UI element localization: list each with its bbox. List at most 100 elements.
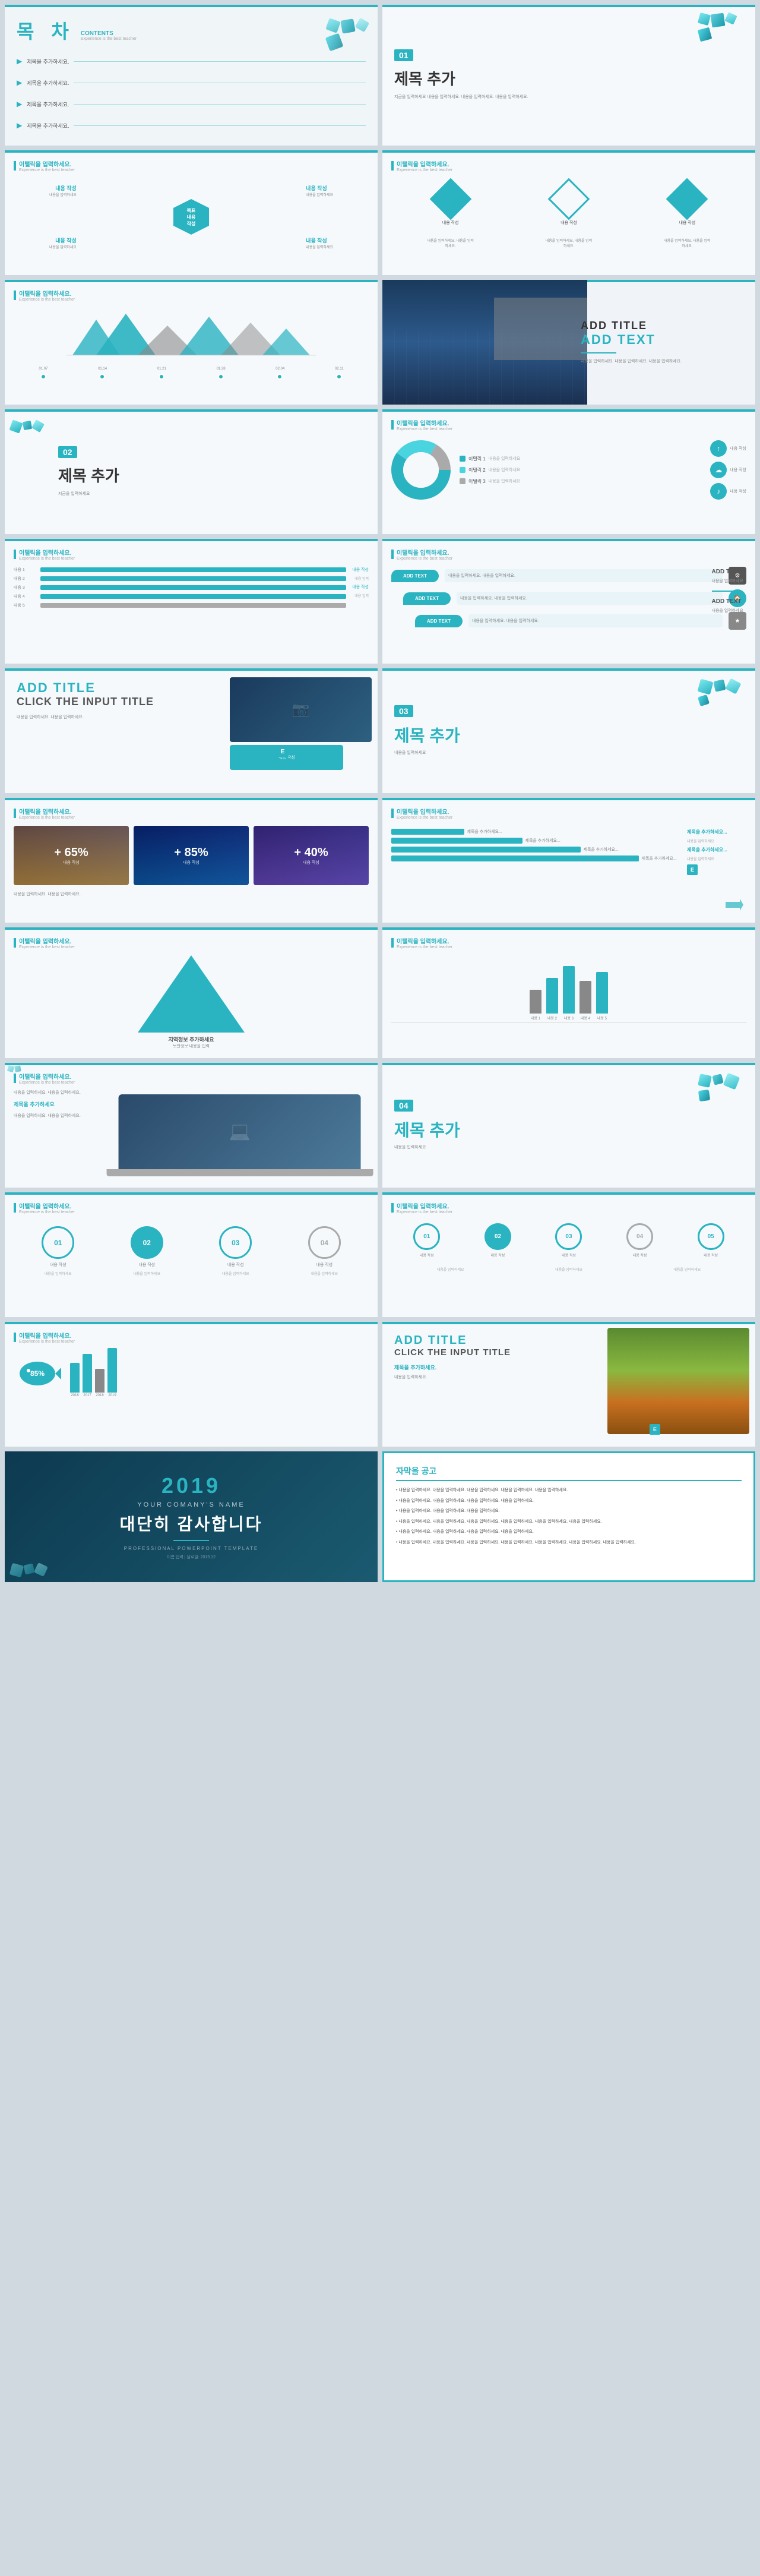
slide17-sub: Experience is the best teacher <box>19 1081 75 1085</box>
laptop-icon: 💻 <box>229 1121 251 1142</box>
legend-text-2: 이탤릭 2 <box>468 467 486 473</box>
triangle-area <box>14 955 369 1033</box>
diamond-3: 내용 작성 <box>672 184 702 226</box>
title04-cubes <box>699 1075 746 1101</box>
legend-dot-3 <box>460 478 466 484</box>
toc-item-3: ▶ 제목을 추가하세요. <box>17 98 366 110</box>
cube-e <box>9 419 23 433</box>
plabel-3: 내용 작성 <box>303 860 319 866</box>
toc-item-4: ▶ 제목을 추가하세요. <box>17 119 366 131</box>
c5-4: 04 내용 작성 <box>626 1223 653 1258</box>
mountain-svg <box>49 308 334 361</box>
c5lbl-1: 내용 작성 <box>420 1252 434 1258</box>
fbar-lbl-4: 2019 <box>108 1394 116 1397</box>
header-bar-4 <box>391 161 394 171</box>
stair-bars: 제목을 추가하세요... 제목을 추가하세요... 제목을 추가하세요... 제… <box>391 829 682 875</box>
cube-f <box>23 421 32 430</box>
vbar-fill-2 <box>546 978 558 1014</box>
slide-num-badge-02: 02 <box>58 446 77 458</box>
slide3-title: 이탤릭을 입력하세요. <box>19 159 75 168</box>
desc-1: 내용을 입력하세요. 내용을 입력하세요. <box>427 238 474 248</box>
slide-circles: 이탤릭을 입력하세요. Experience is the best teach… <box>5 1192 378 1317</box>
tdot-3 <box>159 374 164 380</box>
hex-item-2: 내용 작성 내용을 입력하세요 <box>306 184 333 197</box>
slide8-sub: Experience is the best teacher <box>397 427 452 431</box>
slide20-title: 이탤릭을 입력하세요. <box>397 1201 452 1210</box>
vbar-5: 내용 5 <box>596 972 608 1021</box>
slide-text-block: 자막을 공고 • 내용을 입력하세요. 내용을 입력하세요. 내용을 입력하세요… <box>382 1451 755 1582</box>
circle-4: 04 <box>308 1226 341 1259</box>
slide19-sub: Experience is the best teacher <box>19 1210 75 1214</box>
vbar-area: 내용 1 내용 2 내용 3 내용 4 내용 5 <box>391 961 746 1021</box>
sbar-2 <box>391 838 522 844</box>
cube-d <box>698 27 712 42</box>
header-bar-10 <box>391 550 394 559</box>
sbar-1 <box>391 829 464 835</box>
slide5-header: 이탤릭을 입력하세요. Experience is the best teach… <box>14 289 369 302</box>
slide-triangle: 이탤릭을 입력하세요. Experience is the best teach… <box>5 927 378 1058</box>
slide-add-title-click-2: ADD TITLE CLICK THE INPUT TITLE 제목을 추가하세… <box>382 1322 755 1447</box>
pie-svg <box>391 440 451 500</box>
tdot-1 <box>40 374 46 380</box>
cube-4 <box>325 33 344 52</box>
vbar-lbl-5: 내용 5 <box>597 1015 607 1021</box>
stair-info-title-2: 제목을 추가하세요... <box>687 847 746 853</box>
slide20-sub: Experience is the best teacher <box>397 1210 452 1214</box>
percent-boxes: + 65% 내용 작성 + 85% 내용 작성 + 40% 내용 작성 <box>14 826 369 885</box>
tri-title: 지역정보 추가하세요 <box>14 1036 369 1043</box>
label-4: 01.28 <box>217 367 226 371</box>
legend-val-1: 내용을 입력하세요 <box>489 456 520 462</box>
slide16-title: 이탤릭을 입력하세요. <box>397 936 452 945</box>
laptop-screen: 💻 <box>119 1094 361 1169</box>
text-block-title: 자막을 공고 <box>396 1465 742 1481</box>
slide17-title: 이탤릭을 입력하세요. <box>19 1072 75 1081</box>
legend-dot-1 <box>460 456 466 462</box>
legend-text-3: 이탤릭 3 <box>468 478 486 485</box>
vbar-fill-5 <box>596 972 608 1014</box>
timeline-dots <box>14 374 369 380</box>
body-11: 내용을 입력하세요. 내용을 입력하세요. <box>17 714 208 721</box>
slide-desc-01: 지금을 입력하세요 내용을 입력하세요. 내용을 입력하세요. 내용을 입력하세… <box>394 94 743 100</box>
cube-3 <box>355 18 370 33</box>
step-desc-1: 내용을 입력하세요. 내용을 입력하세요. <box>445 569 723 582</box>
toc-arrow-3: ▶ <box>17 100 22 108</box>
para-3: • 내용을 입력하세요. 내용을 입력하세요. 내용을 입력하세요. <box>396 1508 742 1516</box>
desc-2: 내용을 입력하세요. 내용을 입력하세요. <box>545 238 593 248</box>
bar-row-2: 내용 2 <box>14 576 346 582</box>
fbar-lbl-1: 2016 <box>71 1394 78 1397</box>
slide-title-kr-03: 제목 추가 <box>394 723 743 747</box>
step-desc-3: 내용을 입력하세요. 내용을 입력하세요. <box>468 614 723 627</box>
tdot-6 <box>336 374 342 380</box>
slide-add-title: ADD TITLE ADD TEXT 내용을 입력하세요. 내용을 입력하세요.… <box>382 280 755 405</box>
slide-title-01: 01 제목 추가 지금을 입력하세요 내용을 입력하세요. 내용을 입력하세요.… <box>382 5 755 146</box>
cube-o <box>698 1090 710 1101</box>
slide-fish: 이탤릭을 입력하세요. Experience is the best teach… <box>5 1322 378 1447</box>
slide-desc-02: 지금을 입력하세요 <box>58 491 366 497</box>
final-cubes <box>11 1564 58 1576</box>
slide15-title: 이탤릭을 입력하세요. <box>19 936 75 945</box>
slide-desc-04: 내용을 입력하세요 <box>394 1144 743 1151</box>
laptop-base <box>106 1169 373 1177</box>
slide-toc: 목 차 CONTENTS Experience is the best teac… <box>5 5 378 146</box>
final-template: PROFESSIONAL POWERPOINT TEMPLATE <box>124 1546 258 1551</box>
final-info: 이름 입력 | 날로일: 2019.12 <box>167 1554 216 1560</box>
diamond-label-3: 내용 작성 <box>679 220 695 226</box>
c5lbl-3: 내용 작성 <box>562 1252 576 1258</box>
add-body: 내용을 입력하세요. 내용을 입력하세요. 내용을 입력하세요. <box>581 358 743 365</box>
bar-row-1: 내용 1 <box>14 567 346 573</box>
label-5: 02.04 <box>276 367 284 371</box>
toc-arrow-2: ▶ <box>17 78 22 87</box>
pbox-2: + 85% 내용 작성 <box>134 826 249 885</box>
para-4: • 내용을 입력하세요. 내용을 입력하세요. 내용을 입력하세요. 내용을 입… <box>396 1519 742 1526</box>
final-divider <box>173 1540 209 1541</box>
slide-bar-compare: 이탤릭을 입력하세요. Experience is the best teach… <box>5 539 378 664</box>
cube-n <box>723 1073 740 1090</box>
slide21-header: 이탤릭을 입력하세요. Experience is the best teach… <box>14 1331 369 1344</box>
add-text-label-1: ADD TEXT <box>712 569 743 575</box>
cube-i <box>713 679 726 692</box>
vbar-lbl-4: 내용 4 <box>581 1015 590 1021</box>
bar-fill-1 <box>40 567 346 572</box>
slide8-title: 이탤릭을 입력하세요. <box>397 418 452 427</box>
slide8-header: 이탤릭을 입력하세요. Experience is the best teach… <box>391 418 746 431</box>
slide-title-03: 03 제목 추가 내용을 입력하세요 <box>382 668 755 793</box>
